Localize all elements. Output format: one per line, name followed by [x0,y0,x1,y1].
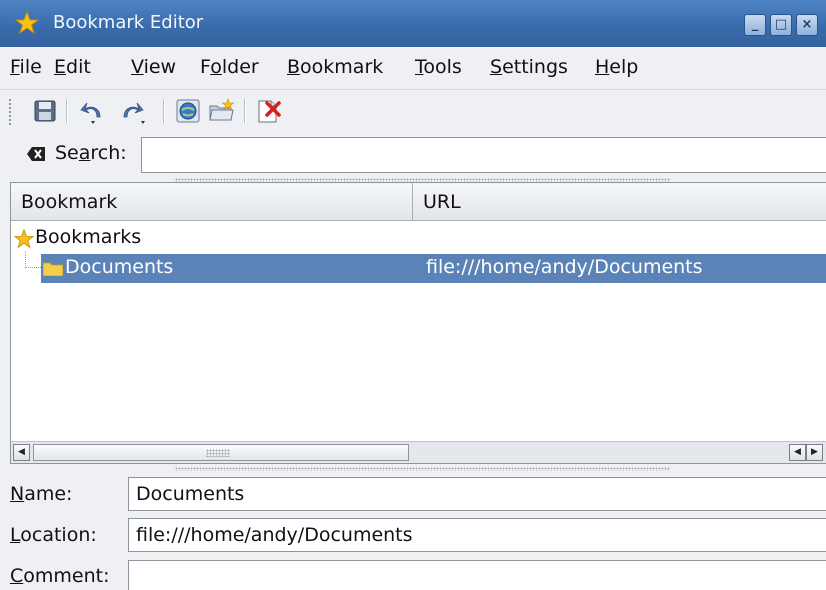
scroll-left-button-secondary[interactable]: ◀ [789,444,806,461]
insert-folder-icon[interactable] [207,97,235,125]
name-field[interactable] [128,477,826,511]
search-label: Search: [55,142,127,164]
clear-search-icon[interactable] [27,147,45,161]
column-header-bookmark[interactable]: Bookmark [11,183,413,221]
minimize-button[interactable]: _ [744,14,766,36]
location-field[interactable] [128,518,826,552]
tree-row-documents[interactable]: Documents file:///home/andy/Documents [41,254,826,283]
menu-folder[interactable]: Folder [200,56,259,78]
tree-row-bookmarks-root[interactable]: Bookmarks [11,223,826,253]
title-bar[interactable]: Bookmark Editor _ □ × [0,0,826,47]
column-header-url[interactable]: URL [413,183,826,221]
folder-icon [43,262,63,276]
window-title: Bookmark Editor [53,12,204,33]
menu-bookmark[interactable]: Bookmark [287,56,383,78]
menu-file[interactable]: File [10,56,42,78]
toolbar [0,89,826,133]
name-label: Name: [10,483,73,505]
comment-label: Comment: [10,565,110,587]
scroll-left-button[interactable]: ◀ [13,444,30,461]
scroll-right-button[interactable]: ▶ [806,444,823,461]
tree-row-name: Documents [65,256,174,278]
tree-row-url: file:///home/andy/Documents [426,256,703,278]
toolbar-separator [66,99,68,123]
redo-icon[interactable] [118,97,146,125]
toolbar-grip[interactable] [8,98,13,126]
bookmark-tree[interactable]: Bookmark URL Bookmarks Documents file://… [10,182,826,464]
comment-field[interactable] [128,560,826,590]
menu-bar: File Edit View Folder Bookmark Tools Set… [0,47,826,89]
star-icon [14,229,34,249]
save-icon[interactable] [31,97,59,125]
tree-row-label: Bookmarks [35,226,142,248]
toolbar-separator [163,99,165,123]
scroll-thumb[interactable] [33,444,409,461]
star-icon [15,11,39,35]
splitter-handle-bottom[interactable] [175,467,670,471]
menu-tools[interactable]: Tools [415,56,462,78]
tree-branch-line [25,251,41,268]
close-button[interactable]: × [796,14,818,36]
delete-icon[interactable] [254,97,282,125]
location-label: Location: [10,524,97,546]
toolbar-separator [244,99,246,123]
search-bar: Search: [0,133,826,177]
menu-view[interactable]: View [131,56,176,78]
search-input[interactable] [141,137,826,173]
menu-settings[interactable]: Settings [490,56,568,78]
horizontal-scrollbar[interactable]: ◀ ◀ ▶ [11,441,826,463]
maximize-button[interactable]: □ [770,14,792,36]
menu-edit[interactable]: Edit [54,56,91,78]
undo-icon[interactable] [78,97,106,125]
menu-help[interactable]: Help [595,56,638,78]
scroll-thumb-grip [206,449,230,457]
test-link-icon[interactable] [174,97,202,125]
